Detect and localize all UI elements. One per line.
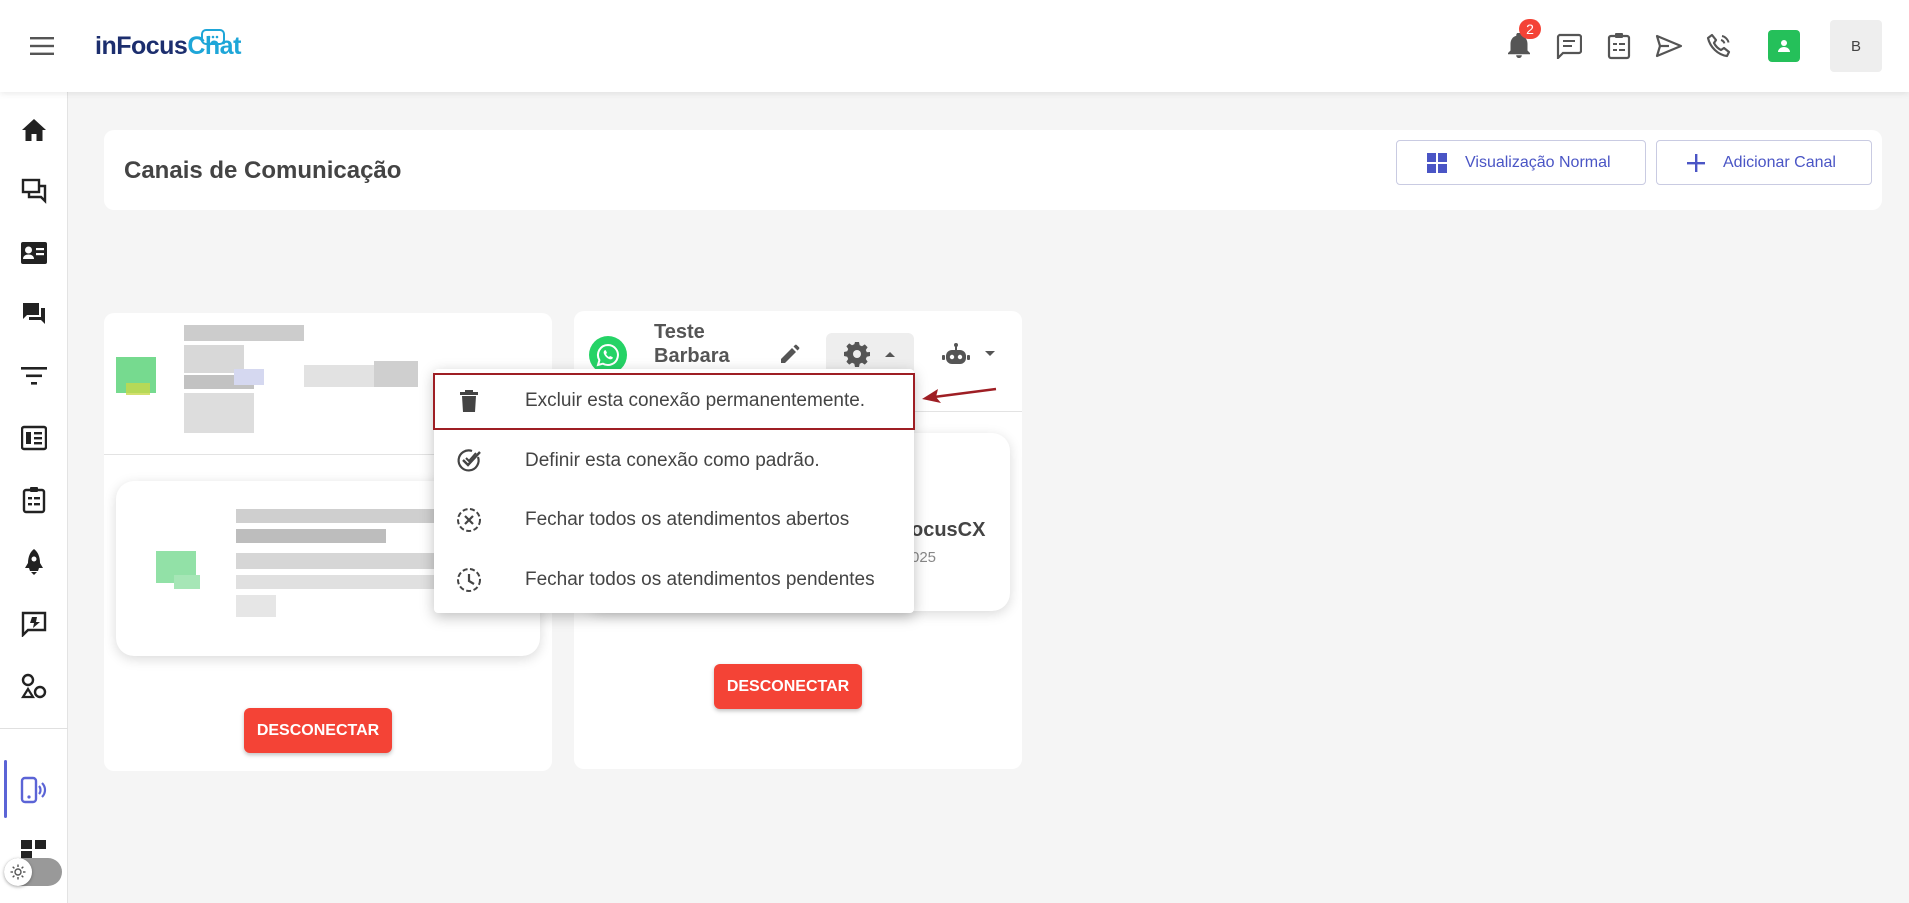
notifications-bell-icon[interactable]: 2 [1503, 19, 1541, 62]
channels-connection-icon[interactable] [16, 772, 52, 808]
logo-chat-bubble-icon [201, 29, 225, 45]
theme-toggle[interactable] [4, 858, 62, 886]
gear-icon [844, 342, 870, 367]
tasks-clipboard-icon[interactable] [16, 482, 52, 518]
disconnect-button-2[interactable]: DESCONECTAR [714, 664, 862, 709]
sidebar [0, 92, 68, 903]
messages-icon[interactable] [16, 296, 52, 332]
sidebar-divider [0, 728, 68, 729]
plus-icon [1687, 153, 1705, 172]
robot-icon [942, 343, 970, 364]
brightness-icon [4, 858, 32, 886]
contacts-card-icon[interactable] [16, 235, 52, 271]
send-icon[interactable] [1653, 30, 1685, 62]
normal-view-label: Visualização Normal [1465, 153, 1611, 171]
close-circle-icon [456, 507, 482, 533]
notification-badge: 2 [1519, 19, 1541, 39]
home-icon[interactable] [16, 112, 52, 148]
hamburger-menu-icon[interactable] [24, 30, 60, 62]
edit-connection-button[interactable] [770, 336, 810, 372]
menu-item-set-default[interactable]: Definir esta conexão como padrão. [434, 432, 914, 490]
dashboard-list-icon[interactable] [16, 420, 52, 456]
connection-name: Teste Barbara [654, 321, 730, 367]
add-channel-button[interactable]: Adicionar Canal [1656, 140, 1872, 185]
feedback-icon[interactable] [16, 606, 52, 642]
caret-down-icon [985, 351, 995, 356]
check-circle-icon [456, 448, 482, 474]
clock-history-icon [456, 567, 482, 593]
active-indicator [4, 760, 7, 818]
caret-up-icon [885, 352, 895, 357]
trash-icon [456, 388, 482, 414]
phone-call-icon[interactable] [1703, 30, 1735, 62]
filter-icon[interactable] [16, 358, 52, 394]
person-icon [1778, 40, 1790, 52]
contact-status-button[interactable] [1768, 30, 1800, 62]
settings-dropdown-menu: Excluir esta conexão permanentemente. De… [434, 369, 914, 613]
annotation-arrow-icon [922, 387, 997, 403]
chat-message-icon[interactable] [1553, 30, 1585, 62]
menu-item-delete-connection[interactable]: Excluir esta conexão permanentemente. [434, 372, 914, 430]
pencil-icon [781, 344, 800, 363]
page-title: Canais de Comunicação [124, 157, 402, 184]
user-avatar[interactable]: B [1830, 20, 1882, 72]
disconnect-button-1[interactable]: DESCONECTAR [244, 708, 392, 753]
top-bar: inFocusChat 2 B [0, 0, 1909, 92]
menu-item-close-pending-tickets[interactable]: Fechar todos os atendimentos pendentes [434, 551, 914, 609]
page-header-card: Canais de Comunicação Visualização Norma… [104, 130, 1882, 210]
menu-item-close-open-tickets[interactable]: Fechar todos os atendimentos abertos [434, 491, 914, 549]
conversations-icon[interactable] [16, 173, 52, 209]
channel-owner-text: ocusCX [911, 519, 986, 541]
add-channel-label: Adicionar Canal [1723, 153, 1836, 171]
grid-view-icon [1427, 152, 1447, 173]
rocket-icon[interactable] [16, 544, 52, 580]
channel-date-text: 025 [911, 549, 937, 566]
integrations-icon[interactable] [16, 668, 52, 704]
clipboard-icon[interactable] [1603, 30, 1635, 62]
bot-dropdown-button[interactable] [926, 333, 1012, 375]
normal-view-button[interactable]: Visualização Normal [1396, 140, 1646, 185]
